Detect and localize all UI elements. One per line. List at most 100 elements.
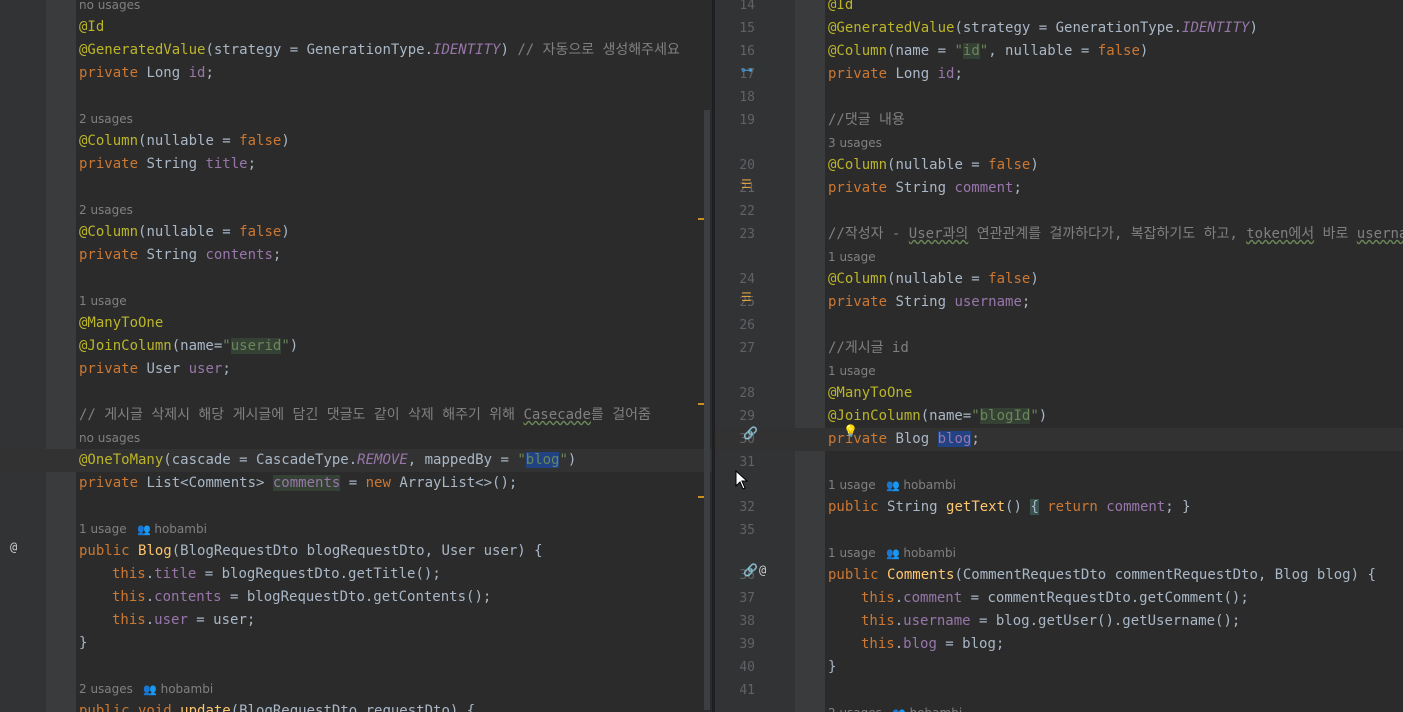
usage-count[interactable]: no usages xyxy=(79,431,140,445)
author-name[interactable]: hobambi xyxy=(910,706,963,712)
usage-hint[interactable]: 1 usage 👥 hobambi xyxy=(828,475,1403,495)
code-line[interactable]: private String title; xyxy=(79,153,712,176)
code-line[interactable] xyxy=(79,176,712,199)
code-line[interactable]: private String comment; xyxy=(828,177,1403,200)
field-icon[interactable]: ⊶ xyxy=(741,63,753,77)
usage-hint[interactable]: 1 usage 👥 hobambi xyxy=(79,519,712,539)
usage-hint[interactable]: 1 usage xyxy=(828,247,1403,267)
code-line[interactable] xyxy=(79,381,712,404)
usage-hint[interactable]: 1 usage xyxy=(828,361,1403,381)
code-line[interactable]: //작성자 - User과의 연관관계를 걸까하다가, 복잡하기도 하고, to… xyxy=(828,223,1403,246)
usage-count[interactable]: 2 usages xyxy=(79,112,133,126)
usage-count[interactable]: 3 usages xyxy=(828,136,882,150)
right-code-area[interactable]: 14 @Id 15 @GeneratedValue(strategy = Genera… xyxy=(715,0,1403,712)
usage-count[interactable]: 2 usages xyxy=(79,682,133,696)
author-name[interactable]: hobambi xyxy=(903,546,956,560)
code-line[interactable] xyxy=(828,200,1403,223)
usage-hint[interactable]: 2 usages xyxy=(79,200,712,220)
usage-hint[interactable]: 2 usages 👥 hobambi xyxy=(828,703,1403,712)
usage-count[interactable]: 1 usage xyxy=(828,478,876,492)
author-name[interactable]: hobambi xyxy=(903,478,956,492)
code-line[interactable]: this.title = blogRequestDto.getTitle(); xyxy=(112,563,712,586)
usage-hint[interactable]: 1 usage 👥 hobambi xyxy=(828,543,1403,563)
code-token: ; } xyxy=(1165,499,1191,515)
code-line[interactable] xyxy=(828,519,1403,542)
code-line[interactable] xyxy=(828,86,1403,109)
code-token: false xyxy=(239,224,282,240)
code-line[interactable]: private String username; xyxy=(828,291,1403,314)
usage-count[interactable]: 1 usage xyxy=(79,522,127,536)
code-line[interactable]: private Long id; xyxy=(828,63,1403,86)
usage-hint[interactable]: no usages xyxy=(79,0,712,15)
usage-count[interactable]: 1 usage xyxy=(79,294,127,308)
link-icon[interactable]: 🔗 xyxy=(743,426,758,440)
usage-hint[interactable]: no usages xyxy=(79,428,712,448)
code-line[interactable]: } xyxy=(79,632,712,655)
code-line[interactable]: @Column(nullable = false) xyxy=(828,268,1403,291)
code-line[interactable]: this.contents = blogRequestDto.getConten… xyxy=(112,586,712,609)
usage-hint[interactable]: 3 usages xyxy=(828,133,1403,153)
code-line[interactable] xyxy=(828,314,1403,337)
link-icon[interactable]: 🔗 xyxy=(743,563,758,577)
code-line[interactable]: this.comment = commentRequestDto.getComm… xyxy=(861,587,1403,610)
code-line[interactable]: //게시글 id xyxy=(828,337,1403,360)
code-line[interactable] xyxy=(828,451,1403,474)
code-line[interactable]: @JoinColumn(name="userid") xyxy=(79,335,712,358)
usage-count[interactable]: 2 usages xyxy=(79,203,133,217)
code-line[interactable]: //댓글 내용 xyxy=(828,109,1403,132)
code-line[interactable]: @ManyToOne xyxy=(79,312,712,335)
code-line[interactable]: private List<Comments> comments = new Ar… xyxy=(79,472,712,495)
author-name[interactable]: hobambi xyxy=(154,522,207,536)
code-line[interactable]: @OneToMany(cascade = CascadeType.REMOVE,… xyxy=(79,449,712,472)
scrollbar[interactable] xyxy=(704,110,710,710)
code-token: ; xyxy=(222,361,231,377)
code-line[interactable]: private User user; xyxy=(79,358,712,381)
code-line[interactable] xyxy=(828,679,1403,702)
usage-hint[interactable]: 2 usages 👥 hobambi xyxy=(79,679,712,699)
field-icon[interactable]: ☰ xyxy=(741,177,752,191)
right-editor-pane[interactable]: 14 @Id 15 @GeneratedValue(strategy = Genera… xyxy=(715,0,1403,712)
code-token: " xyxy=(281,338,290,354)
code-line[interactable]: this.user = user; xyxy=(112,609,712,632)
code-line[interactable]: this.blog = blog; xyxy=(861,633,1403,656)
code-line[interactable]: @JoinColumn(name="blogId") xyxy=(828,405,1403,428)
usage-hint[interactable]: 1 usage xyxy=(79,291,712,311)
code-line[interactable]: public String getText() { return comment… xyxy=(828,496,1403,519)
author-name[interactable]: hobambi xyxy=(161,682,214,696)
code-line[interactable]: public void update(BlogRequestDto reques… xyxy=(79,700,712,712)
field-icon[interactable]: ☰ xyxy=(741,290,752,304)
usage-count[interactable]: 2 usages xyxy=(828,706,882,712)
code-line[interactable]: public Comments(CommentRequestDto commen… xyxy=(828,564,1403,587)
code-line[interactable]: @GeneratedValue(strategy = GenerationTyp… xyxy=(828,17,1403,40)
left-editor-pane[interactable]: no usages @Id @GeneratedValue(strategy = G… xyxy=(0,0,712,712)
left-code-area[interactable]: no usages @Id @GeneratedValue(strategy = G… xyxy=(0,0,712,712)
code-line[interactable]: @ManyToOne xyxy=(828,382,1403,405)
at-icon[interactable]: @ xyxy=(10,540,17,554)
code-line[interactable] xyxy=(79,655,712,678)
code-line[interactable]: // 게시글 삭제시 해당 게시글에 담긴 댓글도 같이 삭제 해주기 위해 C… xyxy=(79,404,712,427)
code-line[interactable] xyxy=(79,495,712,518)
usage-count[interactable]: 1 usage xyxy=(828,364,876,378)
usage-count[interactable]: 1 usage xyxy=(828,250,876,264)
code-line[interactable]: private String contents; xyxy=(79,244,712,267)
code-line[interactable]: @Column(nullable = false) xyxy=(79,130,712,153)
code-line[interactable]: private Blog blog; xyxy=(828,428,1403,451)
code-line[interactable]: public Blog(BlogRequestDto blogRequestDt… xyxy=(79,540,712,563)
code-token: 연관관계를 걸까하다가, 복잡하기도 하고, xyxy=(968,226,1247,242)
usage-count[interactable]: no usages xyxy=(79,0,140,12)
usage-count[interactable]: 1 usage xyxy=(828,546,876,560)
at-icon[interactable]: @ xyxy=(759,563,766,577)
usage-hint[interactable]: 2 usages xyxy=(79,109,712,129)
code-line[interactable]: @Column(name = "id", nullable = false) xyxy=(828,40,1403,63)
code-line[interactable] xyxy=(79,85,712,108)
code-line[interactable]: @GeneratedValue(strategy = GenerationTyp… xyxy=(79,39,712,62)
code-line[interactable]: @Id xyxy=(828,0,1403,17)
code-line[interactable]: @Id xyxy=(79,16,712,39)
code-line[interactable]: private Long id; xyxy=(79,62,712,85)
code-line[interactable]: } xyxy=(828,656,1403,679)
code-line[interactable]: @Column(nullable = false) xyxy=(828,154,1403,177)
code-line[interactable] xyxy=(79,267,712,290)
code-line[interactable]: @Column(nullable = false) xyxy=(79,221,712,244)
code-line[interactable]: this.username = blog.getUser().getUserna… xyxy=(861,610,1403,633)
bulb-icon[interactable]: 💡 xyxy=(843,424,858,438)
